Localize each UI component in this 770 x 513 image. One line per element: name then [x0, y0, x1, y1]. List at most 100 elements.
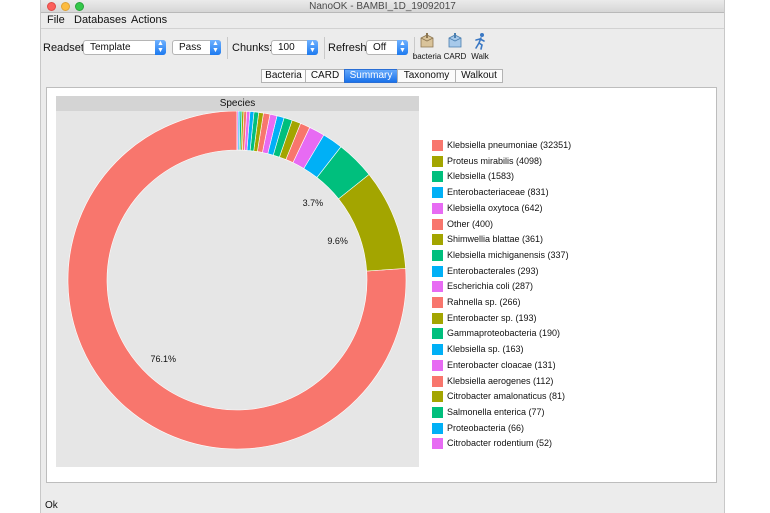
minimize-window-button[interactable]	[61, 2, 70, 11]
slice-percent-label: 76.1%	[151, 354, 177, 364]
legend-swatch	[432, 438, 443, 450]
legend-swatch	[432, 265, 443, 277]
legend-swatch	[432, 202, 443, 214]
legend-label: Rahnella sp. (266)	[447, 297, 521, 307]
refresh-select[interactable]: Off ▲ ▼	[366, 40, 408, 55]
legend-label: Klebsiella sp. (163)	[447, 344, 524, 355]
legend-swatch	[432, 328, 443, 340]
chunks-value: 100	[278, 42, 295, 53]
legend-swatch	[432, 140, 443, 151]
legend-item: Citrobacter rodentium (52)	[432, 438, 692, 452]
menu-bar: File Databases Actions	[41, 13, 724, 28]
legend-item: Klebsiella (1583)	[432, 171, 692, 185]
walk-icon	[475, 33, 485, 50]
legend-swatch	[432, 344, 443, 356]
slice-percent-label: 9.6%	[327, 236, 348, 246]
species-donut-chart: 76.1% 9.6% 3.7%	[67, 111, 407, 450]
refresh-label: Refresh:	[328, 42, 370, 54]
tab-summary[interactable]: Summary	[344, 69, 398, 83]
legend-label: Enterobacteriaceae (831)	[447, 187, 549, 198]
legend-label: Enterobacter cloacae (131)	[447, 359, 556, 370]
legend-item: Enterobacteriaceae (831)	[432, 187, 692, 201]
bacteria-button-label: bacteria	[412, 52, 442, 61]
slice-percent-label: 3.7%	[303, 198, 324, 208]
donut-slice	[236, 111, 239, 151]
legend-item: Enterobacter cloacae (131)	[432, 359, 692, 374]
status-text: Ok	[45, 500, 58, 511]
chunks-select[interactable]: 100 ▲ ▼	[271, 40, 318, 55]
legend-label: Salmonella enterica (77)	[447, 406, 545, 417]
legend-item: Klebsiella aerogenes (112)	[432, 375, 692, 390]
select-arrows-icon: ▲ ▼	[210, 40, 221, 55]
legend-item: Proteus mirabilis (4098)	[432, 155, 692, 170]
menu-actions[interactable]: Actions	[131, 14, 167, 27]
select-arrows-icon: ▲ ▼	[307, 40, 318, 55]
walk-button-label: Walk	[471, 52, 489, 61]
legend-item: Klebsiella pneumoniae (32351)	[432, 140, 692, 154]
legend-item: Klebsiella michiganensis (337)	[432, 249, 692, 264]
legend-label: Gammaproteobacteria (190)	[447, 328, 561, 339]
legend-item: Escherichia coli (287)	[432, 281, 692, 295]
legend-swatch	[432, 218, 443, 230]
legend-swatch	[432, 155, 443, 167]
legend-label: Citrobacter rodentium (52)	[447, 438, 553, 449]
legend-swatch	[432, 297, 443, 308]
select-arrows-icon: ▲ ▼	[155, 40, 166, 55]
readset-label: Readset:	[43, 42, 88, 54]
tab-card[interactable]: CARD	[305, 69, 345, 83]
legend-item: Rahnella sp. (266)	[432, 297, 692, 311]
bacteria-db-icon	[420, 33, 434, 48]
legend-item: Other (400)	[432, 218, 692, 233]
toolbar: Readset: Template ▲ ▼ Pass ▲ ▼ Chunks: 100…	[41, 28, 724, 66]
tab-bacteria[interactable]: Bacteria	[261, 69, 306, 83]
menu-databases[interactable]: Databases	[74, 14, 127, 27]
toolbar-divider	[227, 37, 228, 59]
chart-title: Species	[56, 96, 419, 111]
toolbar-divider	[324, 37, 325, 59]
window-title: NanoOK - BAMBI_1D_19092017	[309, 1, 456, 12]
readset-value: Template	[90, 42, 131, 53]
legend-item: Gammaproteobacteria (190)	[432, 328, 692, 342]
close-window-button[interactable]	[47, 2, 56, 11]
tab-taxonomy[interactable]: Taxonomy	[397, 69, 456, 83]
legend-swatch	[432, 422, 443, 434]
chunks-label: Chunks:	[232, 42, 273, 54]
legend-swatch	[432, 187, 443, 199]
legend-label: Klebsiella pneumoniae (32351)	[447, 140, 572, 150]
legend-label: Escherichia coli (287)	[447, 281, 534, 292]
readset-select[interactable]: Template ▲ ▼	[83, 40, 166, 55]
refresh-value: Off	[373, 42, 387, 53]
legend-item: Klebsiella sp. (163)	[432, 344, 692, 358]
legend-label: Klebsiella michiganensis (337)	[447, 249, 569, 260]
legend-swatch	[432, 281, 443, 293]
maximize-window-button[interactable]	[75, 2, 84, 11]
card-db-icon	[448, 33, 462, 48]
legend-item: Klebsiella oxytoca (642)	[432, 202, 692, 217]
legend-label: Klebsiella (1583)	[447, 171, 515, 182]
legend-swatch	[432, 391, 443, 403]
legend-label: Klebsiella oxytoca (642)	[447, 202, 543, 213]
legend-label: Enterobacterales (293)	[447, 265, 539, 276]
legend-swatch	[432, 171, 443, 183]
app-window: NanoOK - BAMBI_1D_19092017 File Database…	[40, 0, 725, 513]
legend-item: Salmonella enterica (77)	[432, 406, 692, 421]
walk-button[interactable]: Walk	[465, 32, 495, 64]
pass-value: Pass	[179, 42, 202, 53]
pass-select[interactable]: Pass ▲ ▼	[172, 40, 221, 55]
legend-swatch	[432, 312, 443, 324]
legend-label: Other (400)	[447, 218, 494, 229]
legend-label: Proteus mirabilis (4098)	[447, 155, 543, 166]
legend-swatch	[432, 359, 443, 371]
legend-label: Citrobacter amalonaticus (81)	[447, 391, 566, 402]
tab-walkout[interactable]: Walkout	[455, 69, 503, 83]
legend-item: Enterobacter sp. (193)	[432, 312, 692, 327]
legend-label: Proteobacteria (66)	[447, 422, 525, 433]
legend-label: Klebsiella aerogenes (112)	[447, 375, 554, 386]
legend-label: Enterobacter sp. (193)	[447, 312, 537, 323]
legend-swatch	[432, 234, 443, 246]
select-arrows-icon: ▲ ▼	[397, 40, 408, 55]
legend-label: Shimwellia blattae (361)	[447, 234, 544, 245]
menu-file[interactable]: File	[47, 14, 65, 27]
legend-item: Shimwellia blattae (361)	[432, 234, 692, 248]
bacteria-button[interactable]: bacteria	[412, 32, 442, 64]
